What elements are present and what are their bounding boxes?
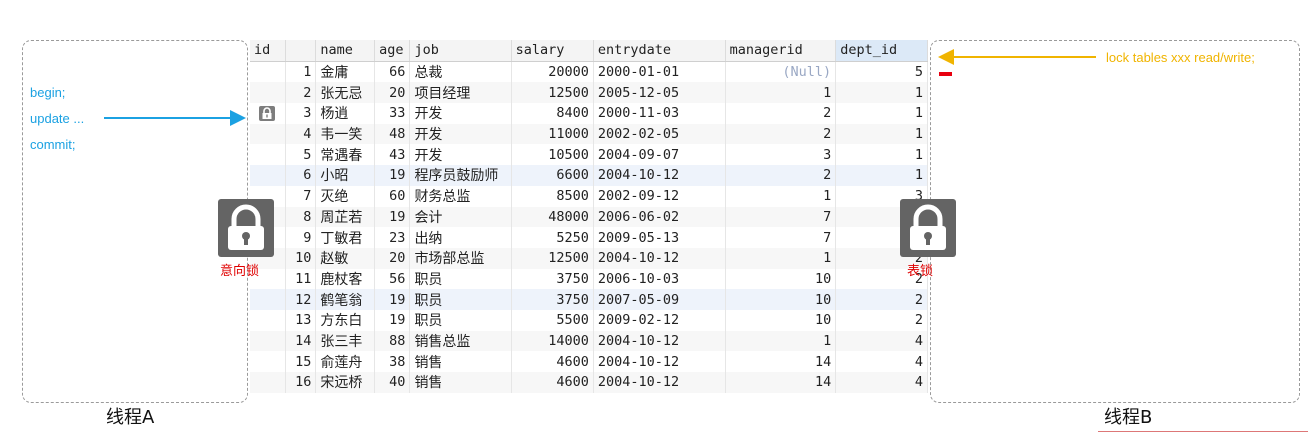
arrows-layer bbox=[104, 49, 1096, 126]
